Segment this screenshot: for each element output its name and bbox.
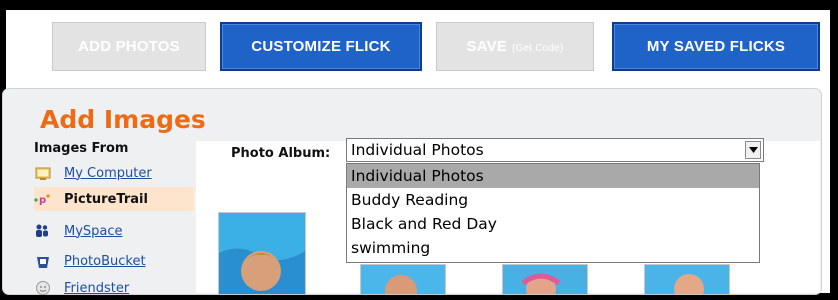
svg-text:p: p (39, 195, 46, 205)
photo-album-selected-value: Individual Photos (351, 141, 484, 159)
album-option-buddy-reading[interactable]: Buddy Reading (347, 188, 759, 212)
chevron-down-icon[interactable] (745, 141, 761, 159)
photo-thumbnail[interactable] (218, 212, 306, 295)
sidebar-item-picturetrail[interactable]: p PictureTrail (34, 187, 194, 211)
customize-flick-label: CUSTOMIZE FLICK (251, 38, 391, 55)
computer-icon (34, 165, 52, 181)
sidebar-heading: Images From (34, 141, 129, 156)
sidebar-item-label: MySpace (64, 223, 123, 239)
sidebar-item-label: PictureTrail (64, 191, 148, 207)
page-title: Add Images (40, 105, 206, 134)
album-option-swimming[interactable]: swimming (347, 236, 759, 260)
add-photos-button[interactable]: ADD PHOTOS (52, 22, 206, 71)
sidebar-item-my-computer[interactable]: My Computer (34, 161, 194, 185)
my-saved-flicks-label: MY SAVED FLICKS (646, 38, 786, 55)
customize-flick-button[interactable]: CUSTOMIZE FLICK (220, 22, 422, 71)
photo-thumbnail[interactable] (502, 264, 588, 295)
save-button[interactable]: SAVE (Get Code) (436, 22, 594, 71)
photo-album-dropdown: Individual Photos Buddy Reading Black an… (346, 163, 760, 263)
photo-album-label: Photo Album: (231, 146, 331, 161)
album-option-black-and-red-day[interactable]: Black and Red Day (347, 212, 759, 236)
save-label: SAVE (466, 38, 508, 55)
sidebar-item-photobucket[interactable]: PhotoBucket (34, 249, 194, 273)
picturetrail-icon: p (34, 191, 52, 207)
myspace-icon (34, 223, 52, 239)
sidebar-item-myspace[interactable]: MySpace (34, 219, 194, 243)
photo-album-select[interactable]: Individual Photos (346, 138, 764, 162)
photo-thumbnail[interactable] (644, 264, 730, 295)
save-note: (Get Code) (512, 42, 564, 54)
sidebar-item-friendster[interactable]: Friendster (34, 276, 194, 300)
my-saved-flicks-button[interactable]: MY SAVED FLICKS (612, 22, 820, 71)
sidebar-item-label: My Computer (64, 165, 152, 181)
friendster-icon (34, 280, 52, 296)
album-option-individual-photos[interactable]: Individual Photos (347, 164, 759, 188)
sidebar-item-label: Friendster (64, 280, 130, 296)
photobucket-icon (34, 253, 52, 269)
photo-thumbnail[interactable] (360, 264, 446, 295)
sidebar-item-label: PhotoBucket (64, 253, 146, 269)
add-photos-label: ADD PHOTOS (78, 38, 180, 55)
